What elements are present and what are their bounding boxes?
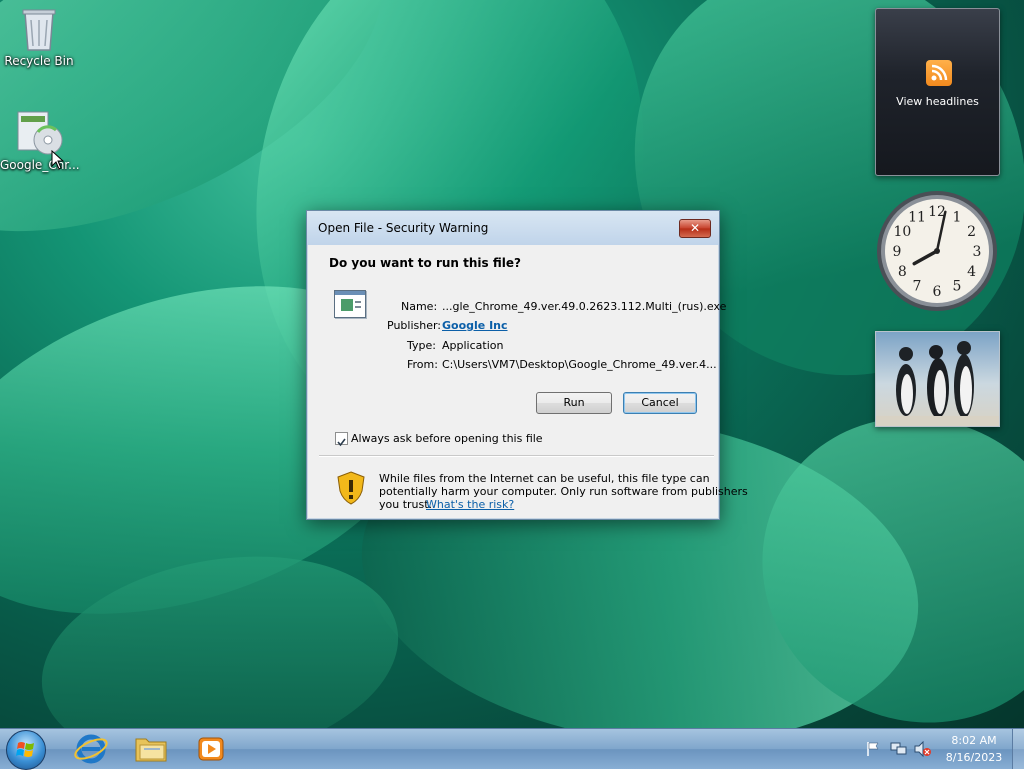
always-ask-label[interactable]: Always ask before opening this file xyxy=(351,432,543,445)
clock-face: 12 1234567891011 xyxy=(877,191,997,311)
clock-number: 2 xyxy=(967,224,976,240)
cancel-button[interactable]: Cancel xyxy=(623,392,697,414)
network-icon[interactable] xyxy=(890,741,908,761)
clock-number: 5 xyxy=(953,279,962,295)
desktop-icon-recycle-bin[interactable]: Recycle Bin xyxy=(1,6,77,68)
name-value: ...gle_Chrome_49.ver.49.0.2623.112.Multi… xyxy=(442,300,727,313)
feed-headlines-gadget[interactable]: View headlines xyxy=(875,8,1000,176)
clock-number: 3 xyxy=(973,244,982,260)
application-file-icon xyxy=(334,290,366,318)
volume-muted-icon[interactable] xyxy=(914,740,932,761)
whats-the-risk-link[interactable]: What's the risk? xyxy=(426,498,514,511)
close-button[interactable]: ✕ xyxy=(679,219,711,238)
mouse-cursor-icon xyxy=(51,149,65,174)
media-player-icon[interactable] xyxy=(186,731,236,767)
show-desktop-button[interactable] xyxy=(1012,729,1024,769)
dialog-title: Open File - Security Warning xyxy=(318,221,489,235)
clock-number: 10 xyxy=(893,224,911,240)
start-orb-icon[interactable] xyxy=(6,730,46,770)
type-value: Application xyxy=(442,339,504,352)
penguins-photo xyxy=(876,341,999,426)
clock-number: 7 xyxy=(913,279,922,295)
clock-number: 4 xyxy=(967,264,976,280)
clock-number: 8 xyxy=(898,264,907,280)
action-center-flag-icon[interactable] xyxy=(866,741,880,761)
security-warning-dialog: Open File - Security Warning ✕ Do you wa… xyxy=(306,210,748,520)
feed-label: View headlines xyxy=(896,95,979,108)
internet-explorer-icon[interactable] xyxy=(66,731,116,767)
warning-text-line3: you trust. xyxy=(379,498,433,511)
publisher-link[interactable]: Google Inc xyxy=(442,319,508,332)
taskbar: 8:02 AM 8/16/2023 xyxy=(0,728,1024,770)
always-ask-checkbox[interactable] xyxy=(335,432,348,447)
from-label: From: xyxy=(407,358,438,371)
desktop-icon-label: Recycle Bin xyxy=(4,54,74,68)
dialog-divider xyxy=(319,455,714,457)
from-value: C:\Users\VM7\Desktop\Google_Chrome_49.ve… xyxy=(442,358,717,371)
tray-date[interactable]: 8/16/2023 xyxy=(944,751,1004,764)
warning-text-line2: potentially harm your computer. Only run… xyxy=(379,485,748,498)
publisher-label: Publisher: xyxy=(387,319,442,332)
run-button[interactable]: Run xyxy=(536,392,612,414)
type-label: Type: xyxy=(407,339,436,352)
slideshow-gadget[interactable] xyxy=(875,331,1000,427)
installer-disc-icon xyxy=(16,110,72,155)
clock-number: 11 xyxy=(908,209,926,225)
shield-warning-icon xyxy=(337,471,365,509)
rss-icon xyxy=(926,60,952,86)
clock-number: 6 xyxy=(933,284,942,300)
recycle-bin-icon xyxy=(17,6,61,51)
warning-text-line1: While files from the Internet can be use… xyxy=(379,472,710,485)
explorer-folder-icon[interactable] xyxy=(126,731,176,767)
clock-gadget: 12 1 2 3 4 5 6 7 8 9 10 11 xyxy=(875,189,999,313)
name-label: Name: xyxy=(401,300,438,313)
dialog-question: Do you want to run this file? xyxy=(329,256,521,270)
clock-number: 1 xyxy=(953,209,962,225)
clock-number: 9 xyxy=(893,244,902,260)
desktop: Recycle Bin Google_Chr... View headlines xyxy=(0,0,1024,728)
dialog-titlebar[interactable]: Open File - Security Warning ✕ xyxy=(307,211,719,245)
dialog-body: Do you want to run this file? Name: ...g… xyxy=(313,245,748,511)
tray-time[interactable]: 8:02 AM xyxy=(944,734,1004,747)
